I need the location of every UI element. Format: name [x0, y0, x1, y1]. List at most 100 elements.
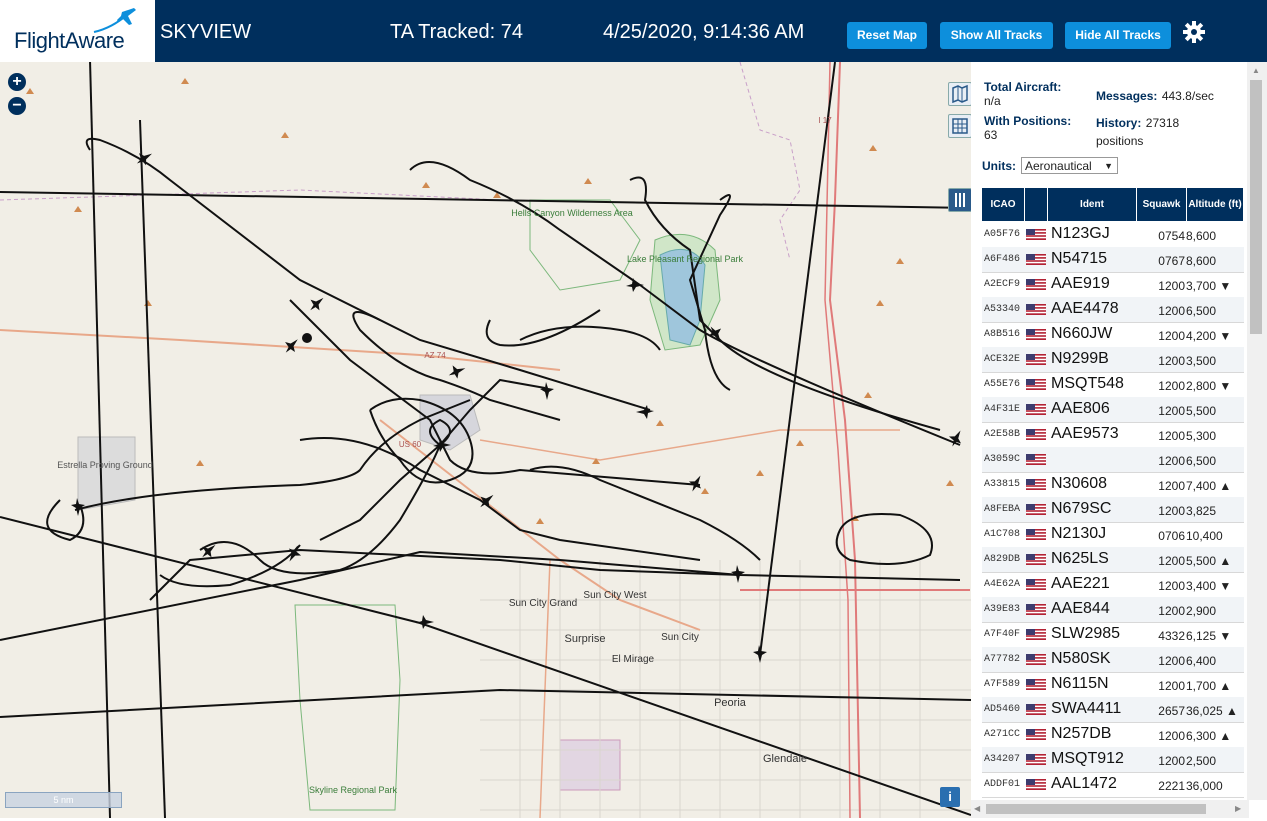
- cell-icao: A829DB: [984, 554, 1021, 565]
- table-row[interactable]: A829DB N625LS 1200 5,500 ▲: [982, 547, 1244, 573]
- units-select-value: Aeronautical: [1025, 159, 1092, 173]
- zoom-in-button[interactable]: +: [8, 73, 26, 91]
- table-row[interactable]: A2ECF9 AAE919 1200 3,700 ▼: [982, 272, 1244, 298]
- cell-icao: A2E58B: [984, 429, 1021, 440]
- cell-squawk: 1200: [1158, 354, 1185, 368]
- cell-squawk: 0767: [1158, 254, 1185, 268]
- cell-altitude: 8,600: [1186, 229, 1217, 243]
- scroll-up-icon[interactable]: ▲: [1252, 66, 1260, 75]
- hide-all-tracks-button[interactable]: Hide All Tracks: [1065, 22, 1171, 49]
- table-row[interactable]: ADDF01 AAL1472 2221 36,000: [982, 772, 1244, 798]
- us-flag-icon: [1026, 404, 1046, 415]
- col-header-squawk[interactable]: Squawk: [1137, 188, 1186, 221]
- vertical-scroll-thumb[interactable]: [1250, 80, 1262, 334]
- cell-icao: A6F486: [984, 254, 1021, 265]
- gear-icon[interactable]: [1182, 20, 1206, 44]
- map-view[interactable]: Hells Canyon Wilderness Area Lake Pleasa…: [0, 62, 971, 818]
- cell-altitude: 36,000: [1186, 779, 1223, 793]
- info-button[interactable]: i: [940, 787, 960, 807]
- table-row[interactable]: A4E62A AAE221 1200 3,400 ▼: [982, 572, 1244, 598]
- cell-ident: AAE221: [1051, 575, 1110, 592]
- vertical-scrollbar[interactable]: ▲: [1247, 62, 1267, 800]
- table-row[interactable]: A7F40F SLW2985 4332 6,125 ▼: [982, 622, 1244, 648]
- table-row[interactable]: A7F589 N6115N 1200 1,700 ▲: [982, 672, 1244, 698]
- map-grid-button[interactable]: [948, 114, 971, 138]
- units-select[interactable]: Aeronautical ▼: [1021, 157, 1118, 174]
- label-az74: AZ 74: [424, 351, 446, 360]
- cell-squawk: 1200: [1158, 479, 1185, 493]
- with-positions-value: 63: [984, 128, 998, 142]
- total-aircraft-label: Total Aircraft:: [984, 80, 1062, 94]
- label-i17: I 17: [818, 116, 832, 125]
- cell-altitude: 6,500: [1186, 454, 1217, 468]
- table-row[interactable]: A05F76 N123GJ 0754 8,600: [982, 222, 1244, 248]
- us-flag-icon: [1026, 504, 1046, 515]
- table-row[interactable]: ACE32E N9299B 1200 3,500: [982, 347, 1244, 373]
- table-row[interactable]: A6F486 N54715 0767 8,600: [982, 247, 1244, 273]
- table-row[interactable]: A8B516 N660JW 1200 4,200 ▼: [982, 322, 1244, 348]
- table-row[interactable]: A34207 MSQT912 1200 2,500: [982, 747, 1244, 773]
- col-header-altitude[interactable]: Altitude (ft): [1187, 188, 1243, 221]
- table-row[interactable]: A53340 AAE4478 1200 6,500: [982, 297, 1244, 323]
- label-estrella: Estrella Proving Ground: [57, 460, 153, 470]
- cell-ident: N660JW: [1051, 325, 1113, 342]
- cell-squawk: 2221: [1158, 779, 1185, 793]
- label-sun-city-west: Sun City West: [583, 590, 646, 601]
- cell-ident: AAE9573: [1051, 425, 1119, 442]
- cell-altitude: 10,400: [1186, 529, 1223, 543]
- table-row[interactable]: A8FEBA N679SC 1200 3,825: [982, 497, 1244, 523]
- us-flag-icon: [1026, 754, 1046, 765]
- scroll-left-icon[interactable]: ◀: [974, 804, 980, 813]
- reset-map-button[interactable]: Reset Map: [847, 22, 927, 49]
- cell-icao: A8B516: [984, 329, 1021, 340]
- cell-altitude: 5,500 ▲: [1186, 554, 1232, 568]
- table-row[interactable]: A1C708 N2130J 0706 10,400: [982, 522, 1244, 548]
- us-flag-icon: [1026, 329, 1046, 340]
- us-flag-icon: [1026, 304, 1046, 315]
- label-us60: US 60: [399, 440, 422, 449]
- cell-altitude: 2,500: [1186, 754, 1217, 768]
- table-row[interactable]: A55E76 MSQT548 1200 2,800 ▼: [982, 372, 1244, 398]
- cell-squawk: 1200: [1158, 379, 1185, 393]
- table-row[interactable]: A4F31E AAE806 1200 5,500: [982, 397, 1244, 423]
- cell-altitude: 8,600: [1186, 254, 1217, 268]
- messages-label: Messages:: [1096, 89, 1158, 103]
- table-row[interactable]: A271CC N257DB 1200 6,300 ▲: [982, 722, 1244, 748]
- col-header-icao[interactable]: ICAO: [982, 188, 1024, 221]
- map-layer-button[interactable]: [948, 82, 971, 106]
- horizontal-scrollbar[interactable]: ◀ ▶: [971, 800, 1249, 818]
- cell-squawk: 1200: [1158, 404, 1185, 418]
- us-flag-icon: [1026, 704, 1046, 715]
- datetime: 4/25/2020, 9:14:36 AM: [603, 21, 805, 43]
- zoom-out-button[interactable]: −: [8, 97, 26, 115]
- cell-icao: A33815: [984, 479, 1021, 490]
- table-row[interactable]: A39E83 AAE844 1200 2,900: [982, 597, 1244, 623]
- map-canvas[interactable]: Hells Canyon Wilderness Area Lake Pleasa…: [0, 62, 971, 818]
- cell-altitude: 5,500: [1186, 404, 1217, 418]
- cell-ident: AAE4478: [1051, 300, 1119, 317]
- table-row[interactable]: AD5460 SWA4411 2657 36,025 ▲: [982, 697, 1244, 723]
- col-header-flag[interactable]: [1025, 188, 1047, 221]
- table-row[interactable]: A2E58B AAE9573 1200 5,300: [982, 422, 1244, 448]
- horizontal-scroll-thumb[interactable]: [986, 804, 1206, 814]
- aircraft-icon: [948, 430, 962, 447]
- table-row[interactable]: A33815 N30608 1200 7,400 ▲: [982, 472, 1244, 498]
- cell-squawk: 1200: [1158, 604, 1185, 618]
- scroll-right-icon[interactable]: ▶: [1235, 804, 1241, 813]
- us-flag-icon: [1026, 654, 1046, 665]
- cell-altitude: 7,400 ▲: [1186, 479, 1232, 493]
- table-row[interactable]: A77782 N580SK 1200 6,400: [982, 647, 1244, 673]
- cell-icao: A2ECF9: [984, 279, 1021, 290]
- cell-squawk: 1200: [1158, 279, 1185, 293]
- cell-ident: N580SK: [1051, 650, 1111, 667]
- table-row[interactable]: A3059C 1200 6,500: [982, 447, 1244, 473]
- cell-squawk: 0706: [1158, 529, 1185, 543]
- column-toggle-button[interactable]: [948, 188, 971, 212]
- col-header-ident[interactable]: Ident: [1048, 188, 1136, 221]
- logo[interactable]: FlightAware: [0, 0, 155, 62]
- cell-squawk: 1200: [1158, 579, 1185, 593]
- show-all-tracks-button[interactable]: Show All Tracks: [940, 22, 1053, 49]
- total-aircraft-value: n/a: [984, 94, 1001, 108]
- cell-icao: A1C708: [984, 529, 1021, 540]
- cell-icao: AD5460: [984, 704, 1021, 715]
